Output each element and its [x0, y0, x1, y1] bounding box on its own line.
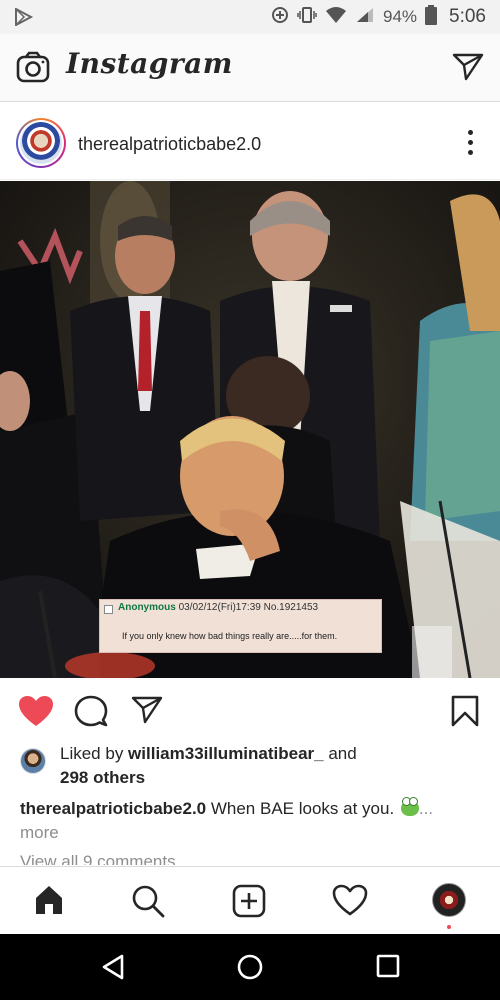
data-saver-icon [271, 6, 289, 29]
status-bar: 94% 5:06 [0, 0, 500, 34]
profile-avatar[interactable] [432, 883, 466, 917]
liked-by-prefix: Liked by [60, 744, 129, 763]
comment-icon[interactable] [74, 695, 108, 732]
caption-ellipsis: ... [418, 799, 434, 818]
signal-icon [355, 6, 375, 29]
caption-text: When BAE looks at you. [206, 799, 399, 818]
view-all-comments-link[interactable]: View all 9 comments [20, 851, 176, 865]
system-navigation-bar [0, 934, 500, 1000]
clock: 5:06 [449, 6, 486, 27]
post-header: therealpatrioticbabe2.0 [0, 104, 500, 180]
activity-heart-icon[interactable] [332, 884, 368, 921]
bottom-navigation [0, 866, 500, 934]
post-photo[interactable]: Anonymous 03/02/12(Fri)17:39 No.1921453 … [0, 181, 500, 678]
notification-dot [447, 925, 451, 929]
search-icon[interactable] [131, 884, 165, 923]
more-options-icon[interactable] [466, 130, 474, 160]
new-post-icon[interactable] [232, 884, 266, 923]
vibrate-icon [297, 6, 317, 29]
chan-post-overlay: Anonymous 03/02/12(Fri)17:39 No.1921453 … [99, 599, 382, 653]
other-likes-count[interactable]: 298 others [60, 768, 145, 788]
liker-avatar [20, 748, 46, 774]
poster-avatar[interactable] [16, 118, 66, 168]
home-icon[interactable] [33, 884, 65, 921]
instagram-logo: Instagram [66, 47, 233, 80]
caption-more-link[interactable]: more [20, 821, 490, 845]
liked-by-and: and [323, 744, 357, 763]
chan-post-date: 03/02/12(Fri)17:39 No.1921453 [178, 602, 319, 613]
chan-post-text: If you only knew how bad things really a… [122, 631, 338, 641]
chan-post-meta: Anonymous 03/02/12(Fri)17:39 No.1921453 [118, 602, 318, 613]
first-liker-username[interactable]: william33illuminatibear_ [128, 744, 324, 763]
direct-message-icon[interactable] [452, 52, 484, 87]
battery-icon [425, 4, 438, 30]
like-heart-icon[interactable] [18, 695, 54, 732]
liked-by-line: Liked by william33illuminatibear_ and [60, 744, 357, 764]
save-bookmark-icon[interactable] [451, 695, 479, 732]
poster-username[interactable]: therealpatrioticbabe2.0 [78, 134, 261, 155]
recents-icon[interactable] [376, 954, 400, 983]
wifi-icon [325, 6, 347, 29]
caption-username[interactable]: therealpatrioticbabe2.0 [20, 799, 206, 818]
share-icon[interactable] [131, 695, 163, 730]
post-caption: therealpatrioticbabe2.0 When BAE looks a… [20, 797, 490, 845]
home-circle-icon[interactable] [237, 954, 263, 985]
frog-emoji-icon [400, 797, 419, 816]
camera-icon[interactable] [16, 51, 50, 88]
chan-poster-name: Anonymous [118, 602, 176, 613]
back-icon[interactable] [100, 954, 126, 985]
post-checkbox [104, 605, 113, 614]
post-actions [0, 679, 500, 743]
battery-percent: 94% [382, 7, 418, 26]
play-store-notification-icon [14, 7, 34, 31]
instagram-header: Instagram [0, 34, 500, 102]
